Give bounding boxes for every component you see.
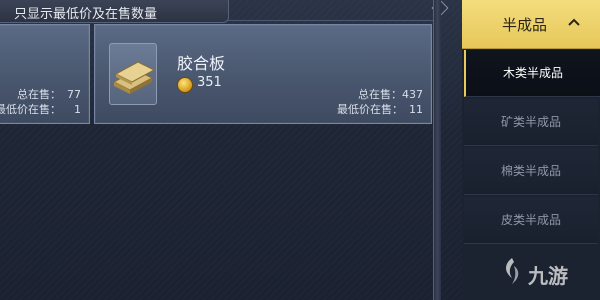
min-price-on-sale: 最低价在售： 11 <box>337 101 423 117</box>
filter-label: 只显示最低价及在售数量 <box>14 7 158 22</box>
watermark: 九游 <box>500 250 600 300</box>
item-card-partial[interactable]: 总在售： 77 最低价在售： 1 <box>0 24 90 124</box>
min-price-on-sale-value: 1 <box>74 103 81 116</box>
category-item-cotton[interactable]: 棉类半成品 <box>464 148 598 195</box>
category-item-ore[interactable]: 矿类半成品 <box>464 99 598 146</box>
min-price-on-sale-value: 11 <box>409 103 423 116</box>
category-header[interactable]: 半成品 <box>462 0 600 49</box>
item-price: 351 <box>197 75 222 90</box>
min-price-on-sale-label: 最低价在售： <box>337 103 403 116</box>
category-item-label: 木类半成品 <box>502 66 563 80</box>
item-card-plywood[interactable]: 胶合板 351 总在售：437 最低价在售： 11 <box>94 24 432 124</box>
total-on-sale-value: 77 <box>67 88 81 101</box>
category-item-label: 棉类半成品 <box>500 164 561 178</box>
category-item-wood[interactable]: 木类半成品 <box>464 50 600 97</box>
filter-bar[interactable]: 只显示最低价及在售数量 <box>0 0 229 23</box>
total-on-sale-label: 总在售： <box>17 88 61 101</box>
total-on-sale-value: 437 <box>402 88 423 101</box>
total-on-sale: 总在售： 77 <box>17 86 81 102</box>
category-item-leather[interactable]: 皮类半成品 <box>464 197 598 244</box>
scrollbar[interactable] <box>433 0 441 300</box>
item-name: 胶合板 <box>177 54 226 73</box>
watermark-text: 九游 <box>528 264 568 288</box>
total-on-sale-label: 总在售： <box>358 88 402 101</box>
gold-coin-icon <box>177 77 193 93</box>
nine-game-logo-icon <box>506 258 519 284</box>
category-title: 半成品 <box>502 16 548 34</box>
min-price-on-sale: 最低价在售： 1 <box>0 101 81 117</box>
header-divider <box>228 20 438 21</box>
plywood-icon <box>112 61 156 94</box>
total-on-sale: 总在售：437 <box>358 86 423 102</box>
category-item-label: 矿类半成品 <box>500 115 561 129</box>
category-item-label: 皮类半成品 <box>500 213 561 227</box>
chevron-up-icon <box>568 18 580 26</box>
min-price-on-sale-label: 最低价在售： <box>0 103 61 116</box>
item-thumbnail <box>109 43 157 105</box>
